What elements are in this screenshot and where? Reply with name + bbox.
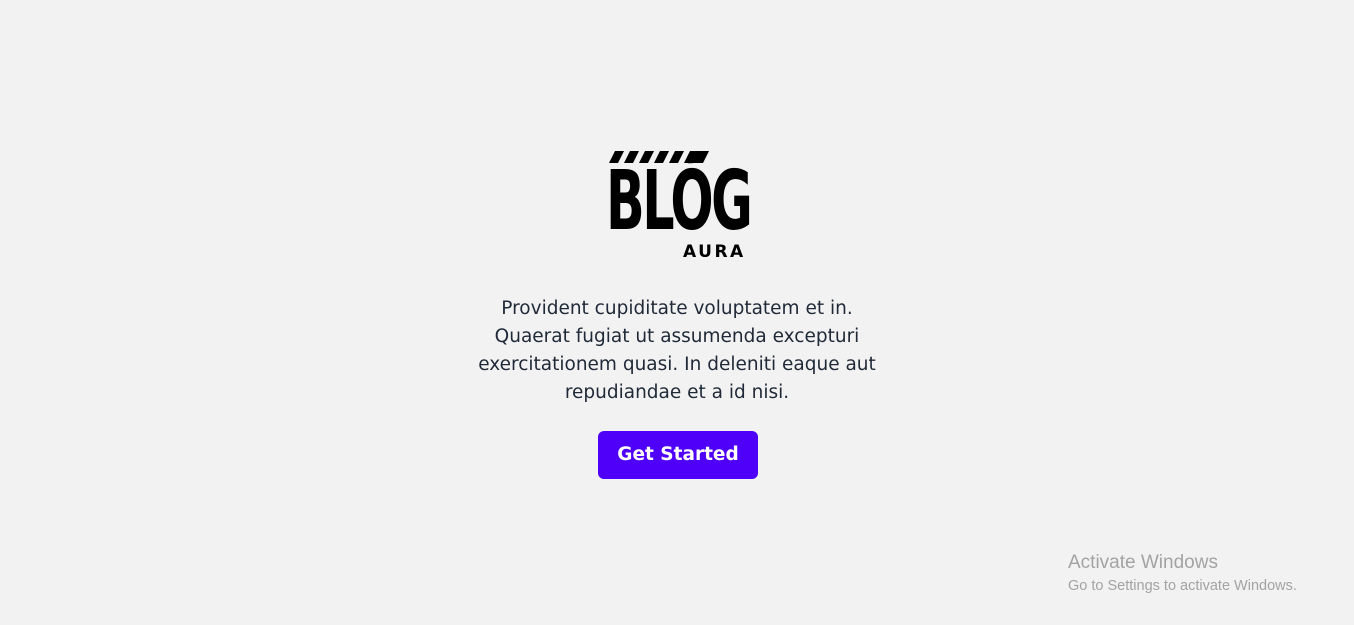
logo-wordmark: BLÓG	[606, 154, 753, 249]
activate-windows-watermark: Activate Windows Go to Settings to activ…	[1068, 551, 1338, 599]
watermark-subtitle: Go to Settings to activate Windows.	[1068, 578, 1297, 594]
blog-aura-logo: BLÓG AURA	[606, 150, 760, 262]
get-started-button[interactable]: Get Started	[598, 431, 758, 479]
landing-page: BLÓG AURA Provident cupiditate voluptate…	[0, 0, 1354, 625]
hero-description: Provident cupiditate voluptatem et in. Q…	[478, 298, 876, 403]
logo-subtitle: AURA	[683, 242, 746, 262]
watermark-title: Activate Windows	[1068, 552, 1218, 573]
hero-section: BLÓG AURA Provident cupiditate voluptate…	[0, 0, 1354, 625]
